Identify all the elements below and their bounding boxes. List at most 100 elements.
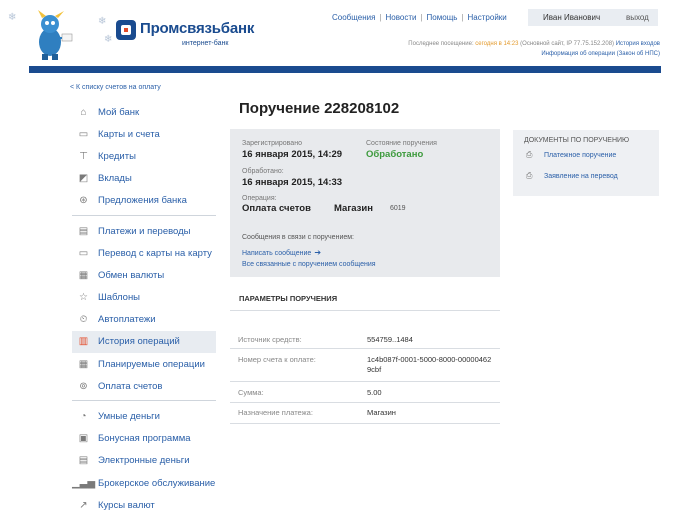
registered-value: 16 января 2015, 14:29 — [242, 149, 343, 160]
header: ❄ ❄ ❄ Промсвязьбанк интернет-банк Сообще… — [0, 0, 699, 66]
arrow-right-icon: ➔ — [314, 248, 322, 257]
sidebar-item-label: Автоплатежи — [98, 314, 156, 326]
bonus-icon: ▣ — [78, 433, 89, 445]
sidebar-item-rates[interactable]: ↗ Курсы валют — [72, 494, 216, 516]
all-messages-link[interactable]: Все связанные с поручением сообщения — [242, 261, 376, 268]
nav-separator: | — [379, 13, 382, 22]
broker-icon: ▁▃▅ — [71, 477, 96, 489]
sidebar-item-payments[interactable]: ▤ Платежи и переводы — [72, 220, 216, 242]
mascot-icon — [38, 10, 73, 60]
sidebar-item-cards[interactable]: ▭ Карты и счета — [72, 123, 216, 145]
param-row-source: Источник средств: 554759..1484 — [230, 328, 500, 349]
sidebar-item-bonus[interactable]: ▣ Бонусная программа — [72, 428, 216, 450]
printer-icon: ⎙ — [526, 150, 533, 159]
params-divider — [230, 310, 500, 311]
payments-icon: ▤ — [78, 225, 89, 237]
sidebar-item-label: Перевод с карты на карту — [98, 247, 212, 259]
param-label: Сумма: — [238, 388, 264, 397]
sidebar-item-autopay[interactable]: ⏲ Автоплатежи — [72, 309, 216, 331]
sidebar-item-broker[interactable]: ▁▃▅ Брокерское обслуживание — [72, 472, 216, 494]
sidebar-item-exchange[interactable]: ▦ Обмен валюты — [72, 264, 216, 286]
order-summary: Зарегистрировано 16 января 2015, 14:29 С… — [230, 129, 500, 277]
sidebar-item-my-bank[interactable]: ⌂ Мой банк — [72, 101, 216, 123]
cards-icon: ▭ — [78, 128, 89, 140]
sidebar-item-emoney[interactable]: ▤ Электронные деньги — [72, 450, 216, 472]
history-icon: ▥ — [78, 336, 89, 348]
last-visit-label: Последнее посещение: — [408, 41, 474, 47]
doc-transfer-application[interactable]: ⎙ Заявление на перевод — [526, 171, 618, 180]
sidebar-divider — [72, 214, 216, 216]
sidebar-item-credits[interactable]: ⊤ Кредиты — [72, 145, 216, 167]
operation-info-link[interactable]: Информация об операции (Закон об НПС) — [541, 51, 660, 57]
sidebar-item-label: Вклады — [98, 173, 132, 185]
sidebar-item-label: Брокерское обслуживание — [98, 477, 216, 489]
param-value: 1c4b087f-0001-5000-8000-000004629cbf — [367, 355, 492, 374]
doc-label: Платежное поручение — [544, 151, 617, 159]
operation-label: Операция: — [242, 195, 277, 202]
nav-separator: | — [420, 13, 423, 22]
params-title: ПАРАМЕТРЫ ПОРУЧЕНИЯ — [239, 294, 338, 303]
sidebar-item-deposits[interactable]: ◩ Вклады — [72, 168, 216, 190]
documents-title: ДОКУМЕНТЫ ПО ПОРУЧЕНИЮ — [524, 137, 630, 144]
sidebar-item-label: История операций — [98, 336, 180, 348]
sidebar-item-history[interactable]: ▥ История операций — [72, 330, 216, 354]
sidebar-item-label: Планируемые операции — [98, 358, 205, 370]
smart-money-icon: ◔ — [80, 411, 87, 423]
username[interactable]: Иван Иванович — [543, 13, 600, 22]
registered-label: Зарегистрировано — [242, 140, 302, 147]
sidebar-item-label: Бонусная программа — [98, 433, 191, 445]
param-label: Номер счета к оплате: — [238, 355, 316, 364]
sidebar-item-card-transfer[interactable]: ▭ Перевод с карты на карту — [72, 242, 216, 264]
nav-help[interactable]: Помощь — [427, 13, 458, 22]
param-label: Назначение платежа: — [238, 408, 313, 417]
doc-payment-order[interactable]: ⎙ Платежное поручение — [526, 150, 617, 159]
back-to-bills-link[interactable]: < К списку счетов на оплату — [70, 84, 161, 91]
nav-news[interactable]: Новости — [386, 13, 417, 22]
param-value: 554759..1484 — [367, 335, 413, 344]
emoney-icon: ▤ — [78, 455, 89, 467]
sidebar-item-label: Умные деньги — [98, 411, 160, 423]
printer-icon: ⎙ — [526, 171, 533, 180]
header-bar — [29, 66, 661, 73]
deposit-icon: ◩ — [78, 173, 89, 185]
autopay-icon: ⏲ — [79, 314, 88, 326]
logo-name: Промсвязьбанк — [140, 20, 255, 37]
sidebar-item-label: Шаблоны — [98, 292, 141, 304]
last-visit-detail: (Основной сайт, IP 77.75.152.208) — [520, 41, 615, 47]
exchange-icon: ▦ — [78, 269, 89, 281]
login-history-link[interactable]: История входов — [616, 41, 660, 47]
sidebar-item-label: Оплата счетов — [98, 380, 163, 392]
status-value: Обработано — [366, 149, 424, 160]
sidebar-item-smart-money[interactable]: ◔ Умные деньги — [72, 405, 216, 427]
planned-icon: ▦ — [78, 358, 89, 370]
nav-settings[interactable]: Настройки — [468, 13, 507, 22]
param-row-account: Номер счета к оплате: 1c4b087f-0001-5000… — [230, 349, 500, 382]
operation-value: Оплата счетов — [242, 203, 311, 214]
sidebar: ⌂ Мой банк ▭ Карты и счета ⊤ Кредиты ◩ Вклад… — [72, 101, 216, 516]
sidebar-item-offers[interactable]: ⊛ Предложения банка — [72, 190, 216, 212]
documents-panel: ДОКУМЕНТЫ ПО ПОРУЧЕНИЮ ⎙ Платежное поруче… — [513, 130, 659, 196]
sidebar-item-templates[interactable]: ☆ Шаблоны — [72, 287, 216, 309]
sidebar-item-label: Предложения банка — [98, 195, 187, 207]
credit-icon: ⊤ — [79, 150, 88, 162]
sidebar-item-label: Кредиты — [98, 150, 136, 162]
write-message-label: Написать сообщение — [242, 250, 312, 257]
operation-code: 6019 — [390, 205, 406, 212]
logo-mark-icon — [116, 20, 136, 40]
sidebar-item-planned[interactable]: ▦ Планируемые операции — [72, 353, 216, 375]
doc-label: Заявление на перевод — [544, 172, 618, 180]
sidebar-item-label: Обмен валюты — [98, 269, 165, 281]
logout-link[interactable]: выход — [626, 13, 649, 22]
sidebar-item-label: Электронные деньги — [98, 455, 190, 467]
sidebar-item-label: Платежи и переводы — [98, 225, 191, 237]
nav-messages[interactable]: Сообщения — [332, 13, 375, 22]
sidebar-item-bills[interactable]: ⊚ Оплата счетов — [72, 375, 216, 397]
logo-subtitle: интернет-банк — [182, 40, 229, 47]
snowflake-icon: ❄ — [104, 34, 113, 45]
param-value: 5.00 — [367, 388, 382, 397]
param-row-amount: Сумма: 5.00 — [230, 382, 500, 403]
card-transfer-icon: ▭ — [78, 247, 89, 259]
write-message-link[interactable]: Написать сообщение ➔ — [242, 248, 321, 257]
snowflake-icon: ❄ — [8, 12, 17, 23]
bills-icon: ⊚ — [79, 380, 88, 392]
